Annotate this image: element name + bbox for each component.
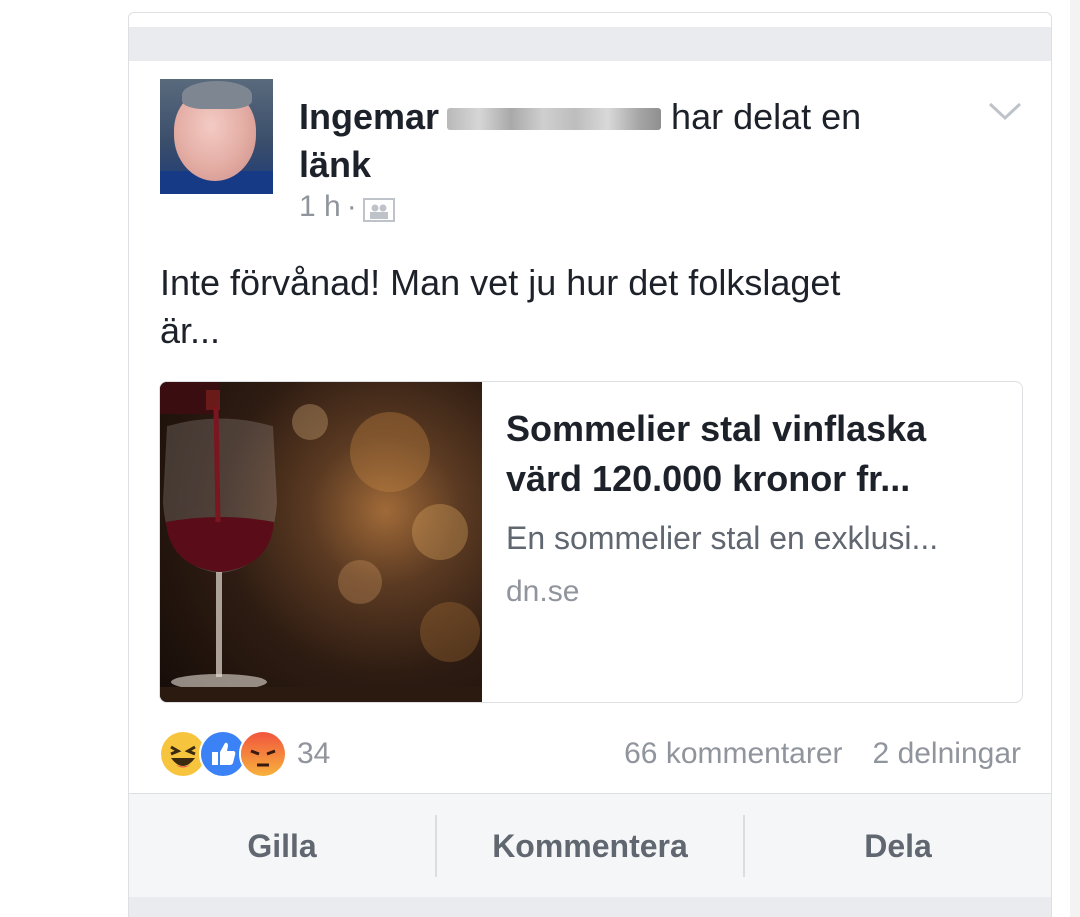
shares-count-link[interactable]: 2 delningar: [873, 737, 1021, 771]
meta-separator: ·: [346, 190, 357, 223]
page-edge: [1070, 0, 1080, 917]
post-card: Ingemar har delat en länk 1 h · Inte förv…: [128, 12, 1052, 917]
chevron-down-icon[interactable]: [987, 97, 1023, 125]
reaction-count: 34: [297, 737, 331, 770]
post-time[interactable]: 1 h: [299, 189, 341, 225]
card-bottom-band: [129, 897, 1051, 917]
author-avatar[interactable]: [160, 79, 273, 194]
comment-button[interactable]: Kommentera: [437, 794, 743, 898]
comments-count-link[interactable]: 66 kommentarer: [624, 737, 842, 771]
post-body: Inte förvånad! Man vet ju hur det folksl…: [160, 259, 1000, 355]
shared-link-word[interactable]: länk: [299, 144, 371, 185]
post-stats: 66 kommentarer 2 delningar: [624, 731, 1021, 777]
post-header-line-2: länk: [299, 141, 939, 189]
link-domain: dn.se: [506, 575, 580, 608]
link-thumbnail-wine-glass: [160, 382, 482, 702]
reactions-summary[interactable]: 34: [159, 730, 331, 778]
friends-icon[interactable]: [362, 195, 395, 222]
post-meta: 1 h ·: [299, 189, 395, 225]
blurred-surname: [447, 108, 662, 131]
author-name[interactable]: Ingemar: [299, 96, 439, 137]
post-action-text: har delat en: [671, 96, 862, 137]
action-bar: Gilla Kommentera Dela: [129, 793, 1051, 898]
post-header-line-1: Ingemar har delat en: [299, 93, 939, 141]
like-button[interactable]: Gilla: [129, 794, 435, 898]
angry-icon: [239, 730, 287, 778]
link-preview[interactable]: Sommelier stal vinflaska värd 120.000 kr…: [159, 381, 1023, 703]
card-top-band: [129, 27, 1051, 61]
post-body-line: Inte förvånad! Man vet ju hur det folksl…: [160, 262, 841, 303]
link-description: En sommelier stal en exklusi...: [506, 520, 939, 556]
share-button[interactable]: Dela: [745, 794, 1051, 898]
post-body-line: är...: [160, 310, 221, 351]
link-title[interactable]: Sommelier stal vinflaska värd 120.000 kr…: [506, 404, 1006, 504]
